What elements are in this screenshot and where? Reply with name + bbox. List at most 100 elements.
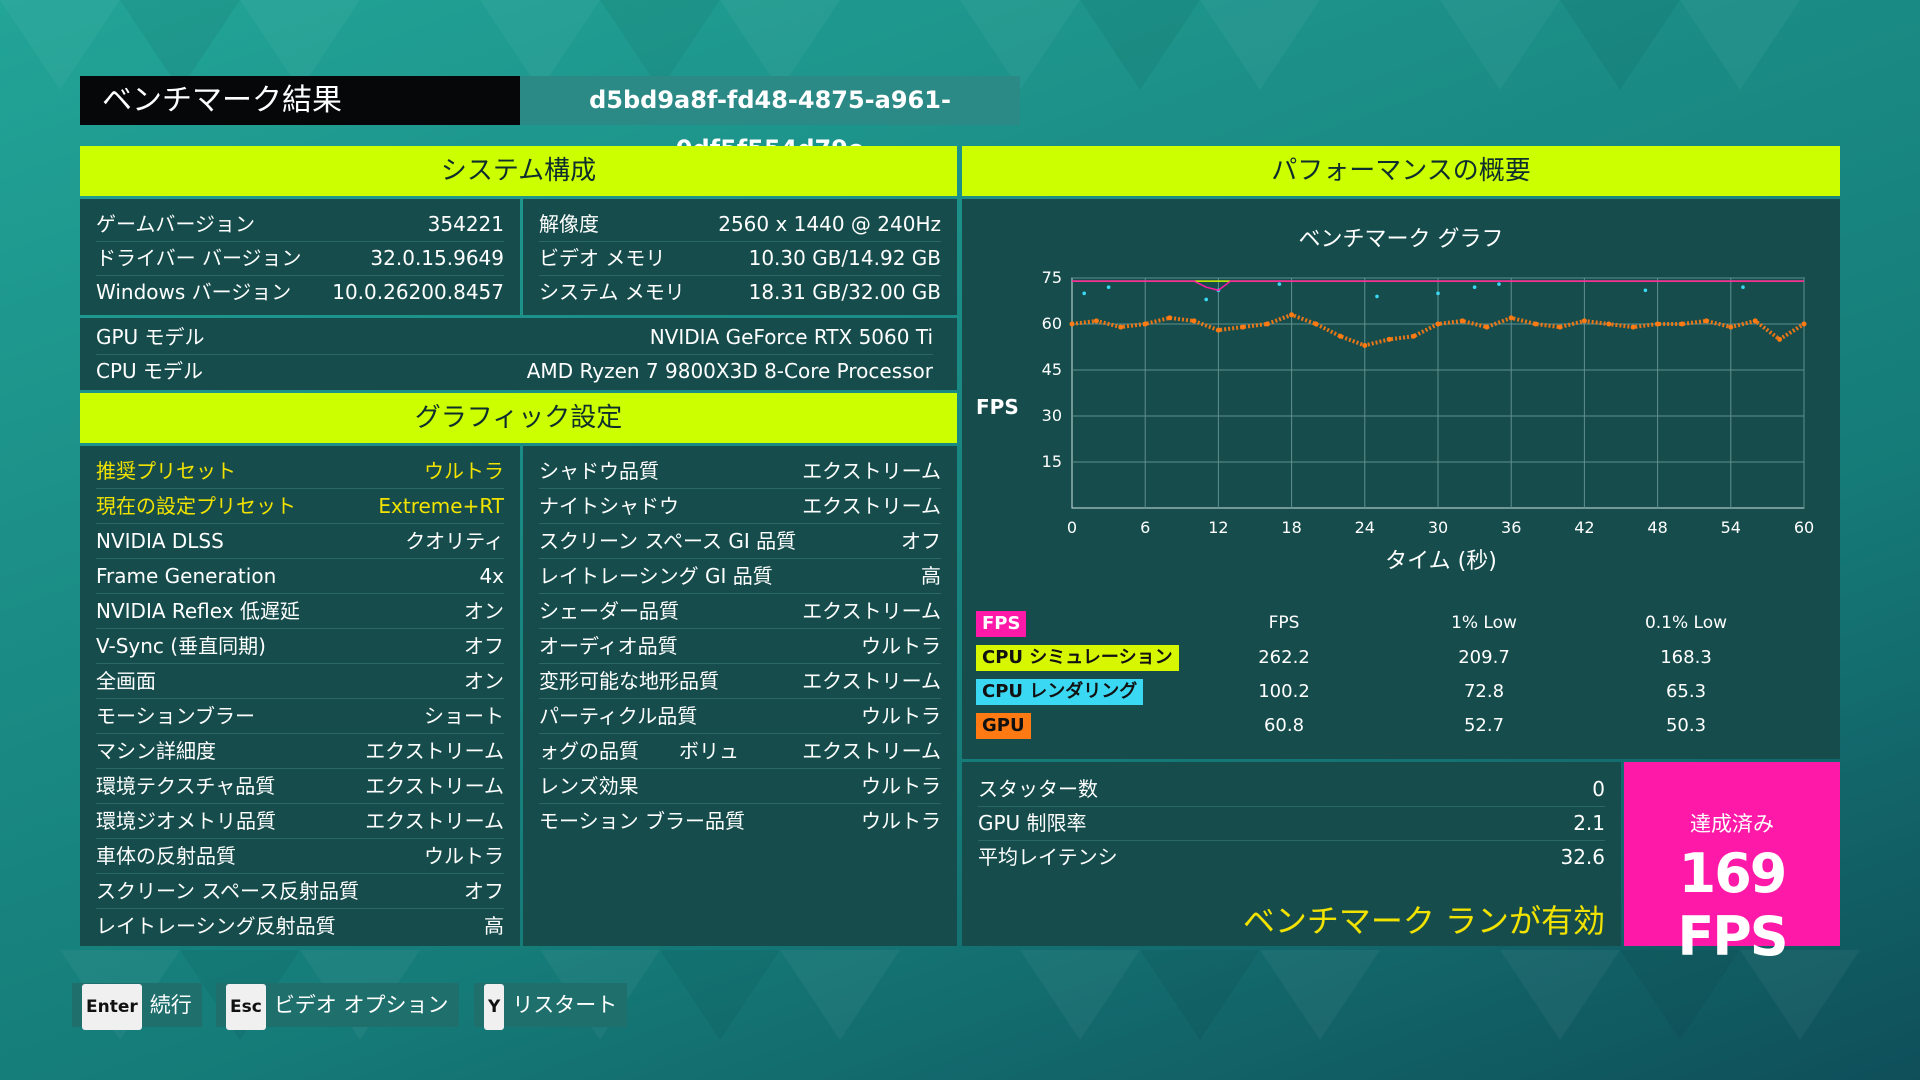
setting-value: ショート (424, 704, 504, 728)
performance-panel: ベンチマーク グラフ FPS 15 30 45 60 75 0 6 12 18 24 30 36 42 4… (962, 199, 1840, 759)
gpu-point (1459, 318, 1465, 324)
setting-label: オーディオ品質 (539, 634, 678, 658)
video-options-button[interactable]: Esc ビデオ オプション (216, 983, 459, 1030)
chart-xlabel: タイム (秒) (1385, 549, 1497, 574)
graphics-setting-row: 変形可能な地形品質 エクストリーム (539, 664, 941, 699)
graphics-setting-row: ナイトシャドウ エクストリーム (539, 489, 941, 524)
setting-value: オフ (901, 529, 941, 553)
gpu-point (1655, 321, 1661, 327)
restart-button[interactable]: Y リスタート (474, 983, 628, 1030)
setting-label: 変形可能な地形品質 (539, 669, 719, 693)
setting-value: エクストリーム (802, 599, 941, 623)
graphics-setting-row: 車体の反射品質 ウルトラ (96, 839, 504, 874)
cpu-rendering-point (1643, 288, 1648, 293)
graphics-setting-row: スクリーン スペース反射品質 オフ (96, 874, 504, 909)
benchmark-valid-text: ベンチマーク ランが有効 (1242, 902, 1605, 940)
gpu-point (1264, 321, 1270, 327)
setting-label: 車体の反射品質 (96, 844, 236, 868)
setting-value: エクストリーム (802, 669, 941, 693)
stat-row: スタッター数 0 (978, 772, 1605, 807)
setting-label: 推奨プリセット (96, 459, 236, 483)
continue-label: 続行 (149, 993, 192, 1017)
cpu-rendering-point (1375, 294, 1379, 299)
x-tick-label: 42 (1574, 518, 1594, 537)
system-left-panel: ゲームバージョン 354221 ドライバー バージョン 32.0.15.9649 W… (80, 199, 520, 315)
graphics-right-panel: シャドウ品質 エクストリーム ナイトシャドウ エクストリーム スクリーン スペース GI… (523, 446, 957, 946)
setting-label: 全画面 (96, 669, 156, 693)
setting-value: NVIDIA GeForce RTX 5060 Ti (649, 325, 933, 349)
gpu-point (1167, 315, 1173, 321)
graphics-setting-row: シェーダー品質 エクストリーム (539, 594, 941, 629)
gpu-point (1215, 327, 1221, 333)
x-tick-label: 12 (1208, 518, 1228, 537)
gpu-point (1191, 318, 1197, 324)
gpu-point (1142, 321, 1148, 327)
setting-value: AMD Ryzen 7 9800X3D 8-Core Processor (526, 359, 933, 383)
restart-label: リスタート (512, 993, 618, 1017)
continue-button[interactable]: Enter 続行 (72, 983, 202, 1030)
setting-value: エクストリーム (365, 739, 504, 763)
y-tick-label: 75 (1042, 268, 1062, 287)
stat-label: スタッター数 (978, 777, 1098, 801)
y-tick-label: 45 (1042, 360, 1062, 379)
performance-header: パフォーマンスの概要 (962, 146, 1840, 196)
x-tick-label: 48 (1647, 518, 1667, 537)
gpu-point (1484, 324, 1490, 330)
setting-label: システム メモリ (539, 280, 685, 304)
y-tick-label: 30 (1042, 406, 1062, 425)
setting-label: ナイトシャドウ (539, 494, 679, 518)
achieved-fps-value: 169 FPS (1677, 842, 1788, 968)
setting-value: 2560 x 1440 @ 240Hz (718, 212, 941, 236)
setting-label: NVIDIA DLSS (96, 529, 224, 553)
setting-label: CPU モデル (96, 359, 204, 383)
x-tick-label: 0 (1067, 518, 1077, 537)
perf-value: 209.7 (1458, 647, 1510, 668)
stat-value: 0 (1592, 777, 1605, 801)
cpu-rendering-point (1741, 285, 1745, 289)
gpu-point (1581, 318, 1587, 324)
legend-tag: CPU レンダリング (976, 679, 1144, 705)
setting-value: 354221 (427, 212, 504, 236)
hardware-panel: GPU モデル NVIDIA GeForce RTX 5060 Ti CPU モデ… (80, 318, 957, 390)
col-header-fps: FPS (1268, 613, 1300, 633)
x-tick-label: 36 (1501, 518, 1521, 537)
perf-value: 168.3 (1660, 647, 1712, 668)
graphics-setting-row: モーション ブラー品質 ウルトラ (539, 804, 941, 838)
setting-value: オフ (464, 634, 504, 658)
setting-value: 高 (484, 914, 504, 938)
benchmark-graph: 15 30 45 60 75 0 6 12 18 24 30 36 42 48 54 60 (1042, 268, 1815, 537)
graphics-setting-row: パーティクル品質 ウルトラ (539, 699, 941, 734)
graphics-setting-row: 推奨プリセット ウルトラ (96, 454, 504, 489)
graphics-setting-row: Frame Generation 4x (96, 559, 504, 594)
y-key-icon: Y (484, 984, 505, 1030)
graphics-left-panel: 推奨プリセット ウルトラ 現在の設定プリセット Extreme+RT NVIDIA DL… (80, 446, 520, 946)
esc-key-icon: Esc (226, 984, 266, 1030)
setting-value: エクストリーム (365, 809, 504, 833)
setting-label: モーションブラー (96, 704, 255, 728)
setting-label: レイトレーシング反射品質 (96, 914, 336, 938)
graphics-setting-row: レイトレーシング反射品質 高 (96, 909, 504, 943)
perf-value: 52.7 (1463, 715, 1505, 736)
gpu-point (1240, 324, 1246, 330)
stat-row: GPU 制限率 2.1 (978, 806, 1605, 841)
video-options-label: ビデオ オプション (273, 993, 449, 1017)
perf-value: 100.2 (1258, 681, 1310, 702)
gpu-point (1093, 318, 1099, 324)
legend-tag: CPU シミュレーション (976, 645, 1179, 671)
setting-value: ウルトラ (861, 704, 941, 728)
cpu-rendering-point (1204, 297, 1208, 302)
setting-label: ビデオ メモリ (539, 246, 666, 270)
enter-key-icon: Enter (82, 984, 142, 1030)
gpu-point (1679, 321, 1685, 327)
gpu-point (1630, 324, 1636, 330)
x-tick-label: 54 (1721, 518, 1741, 537)
cpu-rendering-point (1082, 291, 1086, 296)
system-right-panel: 解像度 2560 x 1440 @ 240Hz ビデオ メモリ 10.30 GB/1… (523, 199, 957, 315)
gpu-point (1313, 321, 1319, 327)
perf-value: 65.3 (1665, 681, 1707, 702)
gpu-point (1069, 321, 1075, 327)
setting-label: Windows バージョン (96, 280, 292, 304)
setting-label: マシン詳細度 (96, 739, 216, 763)
gpu-point (1362, 342, 1368, 348)
cpu-rendering-point (1497, 282, 1501, 286)
